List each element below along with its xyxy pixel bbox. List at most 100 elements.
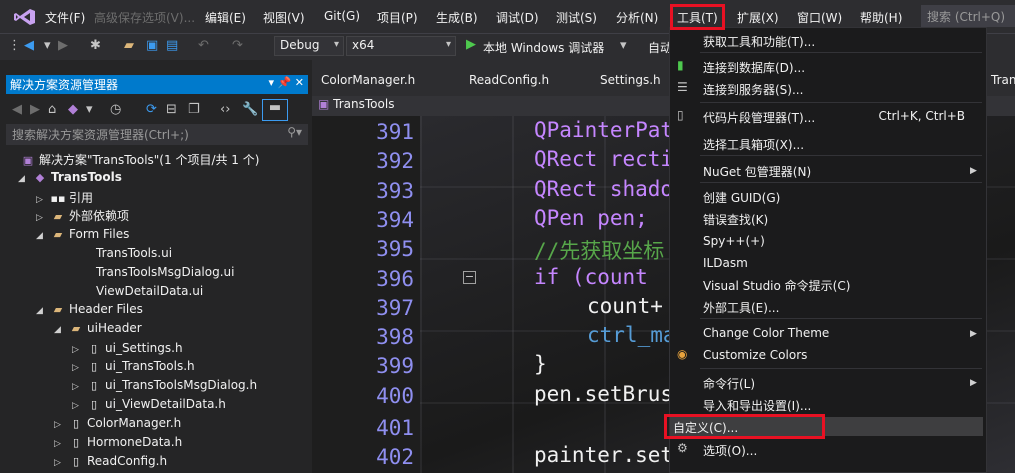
tree-file[interactable]: ▷ ▯ ui_TransTools.h: [72, 359, 195, 377]
view-code-icon[interactable]: ‹›: [220, 102, 230, 117]
menu-item-ildasm[interactable]: ILDasm: [703, 256, 748, 270]
tree-solution[interactable]: ▣ 解决方案"TransTools"(1 个项目/共 1 个): [6, 151, 260, 169]
collapsed-icon[interactable]: ▷: [36, 213, 50, 223]
menu-item-external-tools[interactable]: 外部工具(E)...: [703, 299, 779, 316]
save-icon[interactable]: ▣: [146, 38, 158, 53]
configuration-select[interactable]: Debug ▾: [274, 36, 344, 56]
collapsed-icon[interactable]: ▷: [54, 439, 68, 449]
tree-file[interactable]: ▷ ▯ ui_ViewDetailData.h: [72, 397, 226, 415]
tab-colormanager[interactable]: ColorManager.h: [321, 73, 415, 87]
tree-file[interactable]: TransToolsMsgDialog.ui: [96, 265, 234, 283]
close-icon[interactable]: ✕: [295, 76, 304, 89]
vs-switch-icon[interactable]: ◆: [68, 102, 78, 117]
tab-settings[interactable]: Settings.h: [600, 73, 661, 87]
tab-transtools[interactable]: Tran: [991, 73, 1015, 87]
menu-item-connect-server[interactable]: 连接到服务器(S)...: [703, 81, 803, 98]
redo-icon[interactable]: ↷: [232, 38, 243, 53]
tree-header-files[interactable]: ◢ ▰ Header Files: [36, 302, 143, 320]
quick-search-input[interactable]: 搜索 (Ctrl+Q): [921, 5, 1015, 27]
menu-git[interactable]: Git(G): [324, 9, 360, 23]
menu-item-vs-command-prompt[interactable]: Visual Studio 命令提示(C): [703, 277, 850, 294]
undo-icon[interactable]: ↶: [198, 38, 209, 53]
tab-readconfig[interactable]: ReadConfig.h: [469, 73, 549, 87]
menu-item-change-color-theme[interactable]: Change Color Theme: [703, 326, 829, 340]
pin-icon[interactable]: 📌: [278, 76, 292, 89]
expanded-icon[interactable]: ◢: [18, 174, 32, 184]
menu-analyze[interactable]: 分析(N): [616, 9, 658, 26]
code-line: count+: [587, 294, 663, 318]
expanded-icon[interactable]: ◢: [54, 325, 68, 335]
tree-file[interactable]: ▷ ▯ ColorManager.h: [54, 416, 181, 434]
menu-edit[interactable]: 编辑(E): [205, 9, 246, 26]
menu-build[interactable]: 生成(B): [436, 9, 478, 26]
code-line: painter.set: [534, 443, 674, 467]
collapse-icon[interactable]: −: [463, 271, 476, 284]
collapsed-icon[interactable]: ▷: [72, 401, 86, 411]
visual-studio-logo-icon[interactable]: [14, 8, 36, 26]
collapsed-icon[interactable]: ▷: [54, 420, 68, 430]
solution-search-input[interactable]: 搜索解决方案资源管理器(Ctrl+;) ⚲▾: [6, 124, 308, 145]
forward-icon[interactable]: ▶: [30, 102, 40, 117]
properties-icon[interactable]: 🔧: [242, 102, 258, 117]
tree-file[interactable]: ▷ ▯ HormoneData.h: [54, 435, 182, 453]
menu-window[interactable]: 窗口(W): [797, 9, 842, 26]
menu-project[interactable]: 项目(P): [377, 9, 418, 26]
menu-item-import-export-settings[interactable]: 导入和导出设置(I)...: [703, 397, 811, 414]
menu-debug[interactable]: 调试(D): [496, 9, 539, 26]
forward-icon[interactable]: ▶: [58, 38, 68, 53]
open-folder-icon[interactable]: ▰: [124, 38, 134, 53]
expanded-icon[interactable]: ◢: [36, 306, 50, 316]
dropdown-icon[interactable]: ▾: [269, 76, 275, 89]
menu-advanced-save[interactable]: 高级保存选项(V)...: [94, 9, 195, 26]
menu-help[interactable]: 帮助(H): [860, 9, 902, 26]
menu-item-command-line[interactable]: 命令行(L): [703, 375, 755, 392]
expanded-icon[interactable]: ◢: [36, 231, 50, 241]
menu-item-spy[interactable]: Spy++(+): [703, 234, 765, 248]
menu-item-options[interactable]: 选项(O)...: [703, 442, 757, 459]
menu-test[interactable]: 测试(S): [556, 9, 597, 26]
collapsed-icon[interactable]: ▷: [72, 382, 86, 392]
menu-item-customize-colors[interactable]: Customize Colors: [703, 348, 807, 362]
project-selector[interactable]: ▣ TransTools: [318, 97, 394, 111]
tree-file[interactable]: ViewDetailData.ui: [96, 284, 203, 302]
back-icon[interactable]: ◀: [24, 38, 34, 53]
tree-references[interactable]: ▷ ▪▪ 引用: [36, 189, 93, 207]
menu-view[interactable]: 视图(V): [263, 9, 305, 26]
menu-item-choose-toolbox[interactable]: 选择工具箱项(X)...: [703, 136, 804, 153]
collapsed-icon[interactable]: ▷: [72, 363, 86, 373]
save-all-icon[interactable]: ▤: [166, 38, 178, 53]
show-all-files-icon[interactable]: ❐: [188, 102, 200, 117]
tree-external-deps[interactable]: ▷ ▰ 外部依赖项: [36, 207, 129, 225]
chevron-down-icon[interactable]: ▾: [620, 38, 627, 53]
chevron-down-icon[interactable]: ▾: [86, 102, 93, 117]
tree-form-files[interactable]: ◢ ▰ Form Files: [36, 227, 129, 245]
run-icon[interactable]: ▶: [466, 37, 476, 52]
menu-extensions[interactable]: 扩展(X): [737, 9, 779, 26]
menu-item-error-lookup[interactable]: 错误查找(K): [703, 211, 768, 228]
collapsed-icon[interactable]: ▷: [36, 195, 50, 205]
sync-icon[interactable]: ⟳: [146, 102, 157, 117]
tree-uiheader[interactable]: ◢ ▰ uiHeader: [54, 321, 142, 339]
menu-item-nuget[interactable]: NuGet 包管理器(N): [703, 163, 811, 180]
menu-item-get-tools[interactable]: 获取工具和功能(T)...: [703, 33, 815, 50]
collapsed-icon[interactable]: ▷: [54, 458, 68, 468]
tree-file[interactable]: ▷ ▯ ReadConfig.h: [54, 454, 167, 472]
pending-changes-icon[interactable]: ◷: [110, 102, 121, 117]
menu-item-create-guid[interactable]: 创建 GUID(G): [703, 189, 780, 206]
collapse-all-icon[interactable]: ⊟: [166, 102, 177, 117]
menu-item-connect-database[interactable]: 连接到数据库(D)...: [703, 59, 805, 76]
tree-project[interactable]: ◢ ◆ TransTools: [18, 170, 122, 188]
tree-file[interactable]: ▷ ▯ ui_TransToolsMsgDialog.h: [72, 378, 257, 396]
preview-icon[interactable]: ▬: [262, 99, 288, 121]
platform-select[interactable]: x64 ▾: [346, 36, 456, 56]
start-debugger-button[interactable]: 本地 Windows 调试器: [483, 39, 604, 56]
menu-item-snippet-manager[interactable]: 代码片段管理器(T)...: [703, 109, 815, 126]
new-project-icon[interactable]: ✱: [90, 38, 101, 53]
chevron-down-icon[interactable]: ▾: [44, 38, 51, 53]
collapsed-icon[interactable]: ▷: [72, 345, 86, 355]
tree-file[interactable]: ▷ ▯ ui_Settings.h: [72, 341, 183, 359]
home-icon[interactable]: ⌂: [48, 102, 56, 117]
back-icon[interactable]: ◀: [12, 102, 22, 117]
tree-file[interactable]: TransTools.ui: [96, 246, 172, 264]
menu-file[interactable]: 文件(F): [45, 9, 85, 26]
